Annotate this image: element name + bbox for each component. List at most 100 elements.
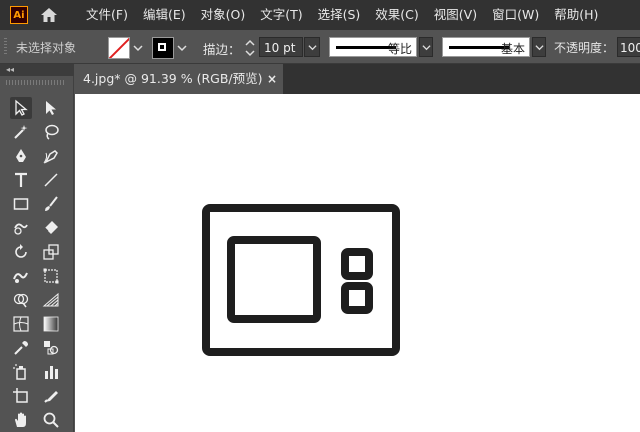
line-segment-icon [44,173,58,187]
shaper-tool[interactable] [10,217,32,239]
variable-width-profile[interactable]: 等比 [329,37,417,57]
document-tab-title: 4.jpg* @ 91.39 % (RGB/预览) [83,71,263,86]
symbol-sprayer-tool[interactable] [10,361,32,383]
magic-wand-tool[interactable] [10,121,32,143]
column-graph-icon [45,366,58,379]
zoom-tool[interactable] [40,409,62,431]
slice-knife-icon [44,391,58,403]
lasso-icon [45,124,59,140]
menu-type[interactable]: 文字(T) [260,0,302,30]
menu-effect[interactable]: 效果(C) [375,0,418,30]
selection-tool[interactable] [10,97,32,119]
selection-arrow-icon [15,99,28,116]
column-graph-tool[interactable] [40,361,62,383]
shape-builder-tool[interactable] [10,289,32,311]
paintbrush-tool[interactable] [40,193,62,215]
eyedropper-icon [14,341,28,355]
stroke-label[interactable]: 描边： [203,39,241,58]
close-icon[interactable]: × [267,64,277,94]
gradient-icon [43,316,59,332]
rotate-icon [15,244,27,258]
brush-definition-dropdown[interactable] [532,37,546,57]
mesh-tool[interactable] [10,313,32,335]
opacity-input[interactable]: 100% [617,37,640,57]
curvature-pen-icon [43,150,58,164]
stroke-weight-stepper-icon[interactable] [244,38,256,58]
warp-tool[interactable] [10,265,32,287]
direct-selection-tool[interactable] [40,97,62,119]
artboard-canvas[interactable] [75,94,640,432]
control-bar-grip[interactable] [4,38,7,56]
type-tool[interactable] [10,169,32,191]
zoom-magnifier-icon [43,412,59,428]
pen-icon [16,149,26,162]
menu-file[interactable]: 文件(F) [86,0,128,30]
perspective-grid-icon [42,292,59,307]
curvature-tool[interactable] [40,145,62,167]
menu-bar: Ai 文件(F) 编辑(E) 对象(O) 文字(T) 选择(S) 效果(C) 视… [0,0,640,30]
symbol-sprayer-icon [13,364,26,380]
stroke-color-swatch[interactable] [152,37,174,59]
warp-icon [13,272,28,283]
eraser-tool[interactable] [40,217,62,239]
document-tab-bar: 4.jpg* @ 91.39 % (RGB/预览) × [75,64,640,94]
menu-help[interactable]: 帮助(H) [554,0,598,30]
menu-select[interactable]: 选择(S) [318,0,361,30]
collapse-panel-button[interactable]: ◂◂ [0,64,74,76]
selection-status: 未选择对象 [16,41,77,55]
menu-edit[interactable]: 编辑(E) [143,0,186,30]
rotate-tool[interactable] [10,241,32,263]
slice-tool[interactable] [40,385,62,407]
tools-panel: ◂◂ [0,64,74,432]
eraser-icon [44,221,58,234]
shape-builder-icon [13,293,29,308]
menu-view[interactable]: 视图(V) [434,0,477,30]
artboard-icon [13,388,28,403]
microwave-button-bottom[interactable] [341,282,373,314]
control-bar: 未选择对象 描边： 10 pt 等比 基本 不透明度： 100% [0,30,640,64]
blend-tool[interactable] [40,337,62,359]
menu-object[interactable]: 对象(O) [201,0,246,30]
stroke-weight-dropdown[interactable] [304,37,320,57]
rectangle-icon [13,198,29,210]
document-tab[interactable]: 4.jpg* @ 91.39 % (RGB/预览) × [75,64,283,94]
brush-definition[interactable]: 基本 [442,37,530,57]
fill-color-swatch[interactable] [108,37,130,59]
shaper-icon [14,223,28,235]
microwave-button-top[interactable] [341,248,373,280]
pen-tool[interactable] [10,145,32,167]
gradient-tool[interactable] [40,313,62,335]
microwave-artwork[interactable] [202,204,402,358]
microwave-window[interactable] [227,236,321,323]
opacity-label[interactable]: 不透明度： [554,39,614,56]
profile-label: 等比 [387,42,412,56]
chevron-down-icon[interactable] [177,43,187,53]
main-menu: 文件(F) 编辑(E) 对象(O) 文字(T) 选择(S) 效果(C) 视图(V… [86,0,613,30]
artboard-tool[interactable] [10,385,32,407]
free-transform-tool[interactable] [40,265,62,287]
mesh-icon [13,316,29,332]
chevron-down-icon[interactable] [133,43,143,53]
type-t-icon [15,172,27,187]
perspective-grid-tool[interactable] [40,289,62,311]
variable-width-dropdown[interactable] [419,37,433,57]
direct-selection-arrow-icon [46,101,56,115]
chevron-down-icon [535,45,544,51]
blend-icon [44,341,59,355]
scale-tool[interactable] [40,241,62,263]
hand-tool[interactable] [10,409,32,431]
magic-wand-icon [14,125,28,139]
scale-icon [43,244,59,260]
paintbrush-icon [45,196,58,211]
chevron-down-icon [308,45,317,51]
rectangle-tool[interactable] [10,193,32,215]
menu-window[interactable]: 窗口(W) [492,0,539,30]
lasso-tool[interactable] [40,121,62,143]
eyedropper-tool[interactable] [10,337,32,359]
free-transform-icon [43,268,59,284]
tools-panel-grip[interactable] [6,80,66,85]
line-segment-tool[interactable] [40,169,62,191]
home-icon[interactable] [40,7,58,23]
stroke-weight-input[interactable]: 10 pt [259,37,303,57]
chevron-down-icon [422,45,431,51]
